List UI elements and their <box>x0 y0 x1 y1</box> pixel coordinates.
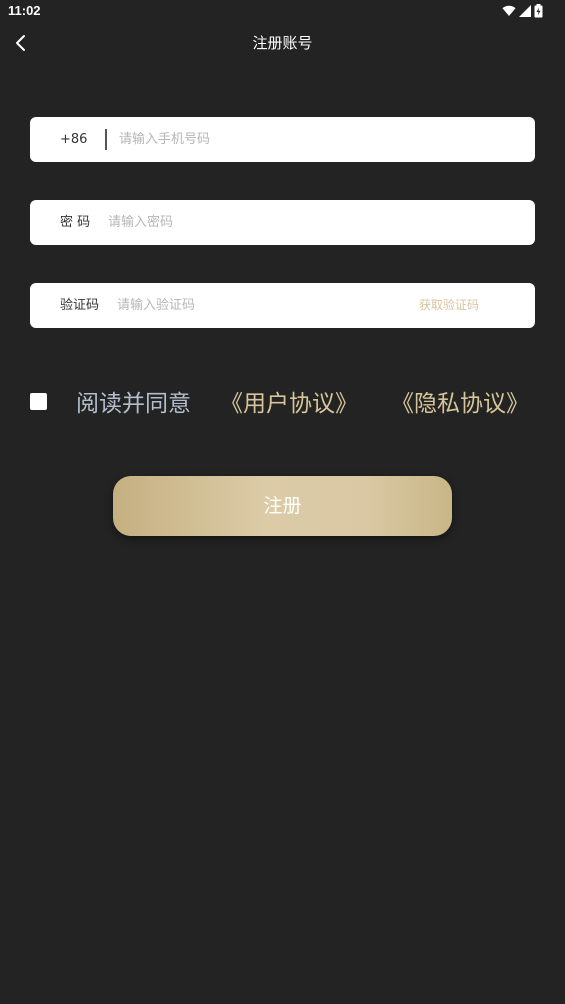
wifi-icon <box>502 5 516 17</box>
privacy-policy-link[interactable]: 《隐私协议》 <box>391 384 529 418</box>
phone-input[interactable] <box>119 117 519 162</box>
verification-code-input[interactable] <box>117 283 397 328</box>
page-title: 注册账号 <box>252 34 313 52</box>
header: 注册账号 <box>0 22 565 64</box>
phone-field: +86 <box>30 117 535 162</box>
agreement-text: 阅读并同意 <box>76 391 191 417</box>
password-label: 密 码 <box>60 215 91 230</box>
verification-code-field: 验证码 获取验证码 <box>30 283 535 328</box>
signal-icon <box>519 5 531 17</box>
status-icons <box>502 3 543 19</box>
password-field: 密 码 <box>30 200 535 245</box>
verification-code-label: 验证码 <box>60 298 100 313</box>
agreement-checkbox[interactable] <box>30 393 47 410</box>
register-button[interactable]: 注册 <box>113 476 452 536</box>
user-agreement-link[interactable]: 《用户协议》 <box>220 384 358 418</box>
country-code[interactable]: +86 <box>60 117 87 162</box>
status-bar: 11:02 <box>0 0 565 22</box>
agreement-row: 阅读并同意 《用户协议》 《隐私协议》 <box>0 378 565 424</box>
input-cursor-divider <box>105 129 107 150</box>
battery-icon <box>534 4 543 18</box>
get-code-button[interactable]: 获取验证码 <box>419 283 479 328</box>
status-time: 11:02 <box>8 3 41 18</box>
password-input[interactable] <box>108 200 518 245</box>
